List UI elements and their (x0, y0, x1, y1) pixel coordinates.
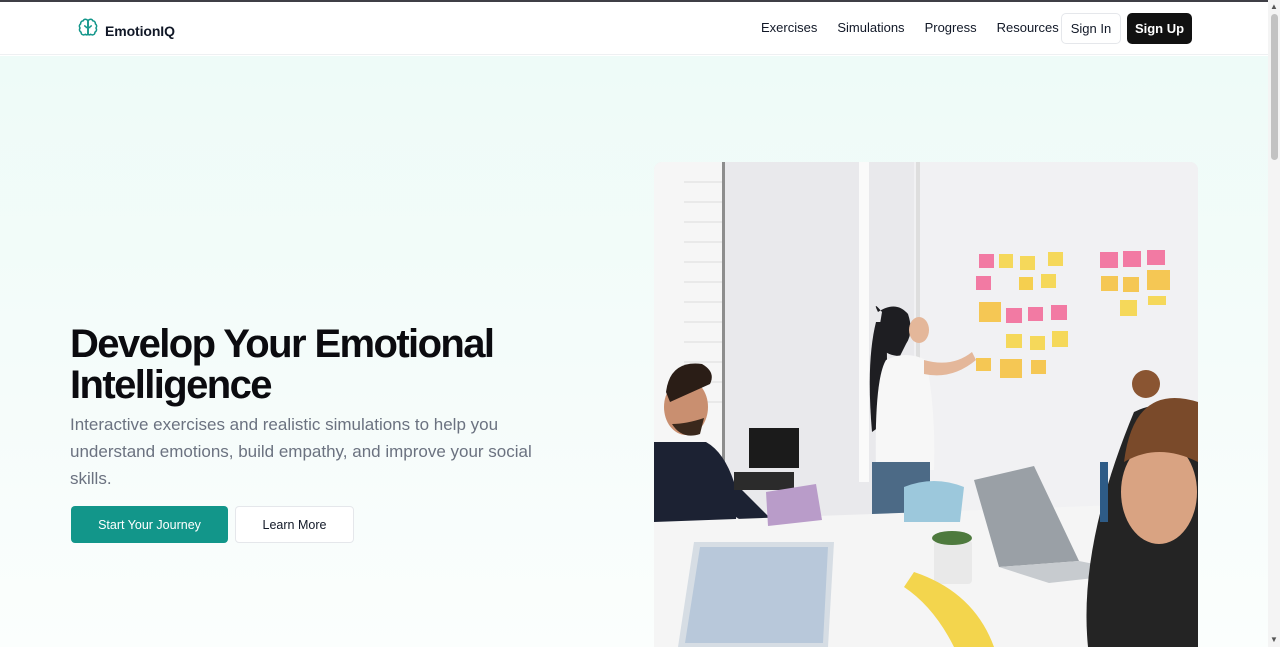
hero-subtitle: Interactive exercises and realistic simu… (70, 415, 532, 488)
brand-name: EmotionIQ (105, 22, 175, 39)
scrollbar-thumb[interactable] (1271, 14, 1278, 160)
nav-link-resources[interactable]: Resources (997, 20, 1059, 35)
scroll-down-arrow-icon[interactable]: ▼ (1270, 635, 1278, 644)
start-journey-button[interactable]: Start Your Journey (71, 506, 228, 543)
brand-logo[interactable]: EmotionIQ (78, 18, 175, 43)
hero-section: Develop Your Emotional Intelligence Inte… (0, 56, 1268, 647)
brain-icon (78, 18, 98, 43)
learn-more-button[interactable]: Learn More (235, 506, 354, 543)
hero-title: Develop Your Emotional Intelligence (70, 322, 495, 407)
main-nav: Exercises Simulations Progress Resources (761, 20, 1059, 35)
sign-in-button[interactable]: Sign In (1061, 13, 1121, 44)
nav-link-exercises[interactable]: Exercises (761, 20, 817, 35)
nav-link-simulations[interactable]: Simulations (837, 20, 904, 35)
hero-image (654, 162, 1198, 647)
sign-up-button[interactable]: Sign Up (1127, 13, 1192, 44)
scroll-up-arrow-icon[interactable]: ▲ (1270, 2, 1278, 11)
nav-link-progress[interactable]: Progress (925, 20, 977, 35)
top-navbar: EmotionIQ Exercises Simulations Progress… (0, 2, 1268, 55)
team-meeting-illustration (654, 162, 1198, 647)
